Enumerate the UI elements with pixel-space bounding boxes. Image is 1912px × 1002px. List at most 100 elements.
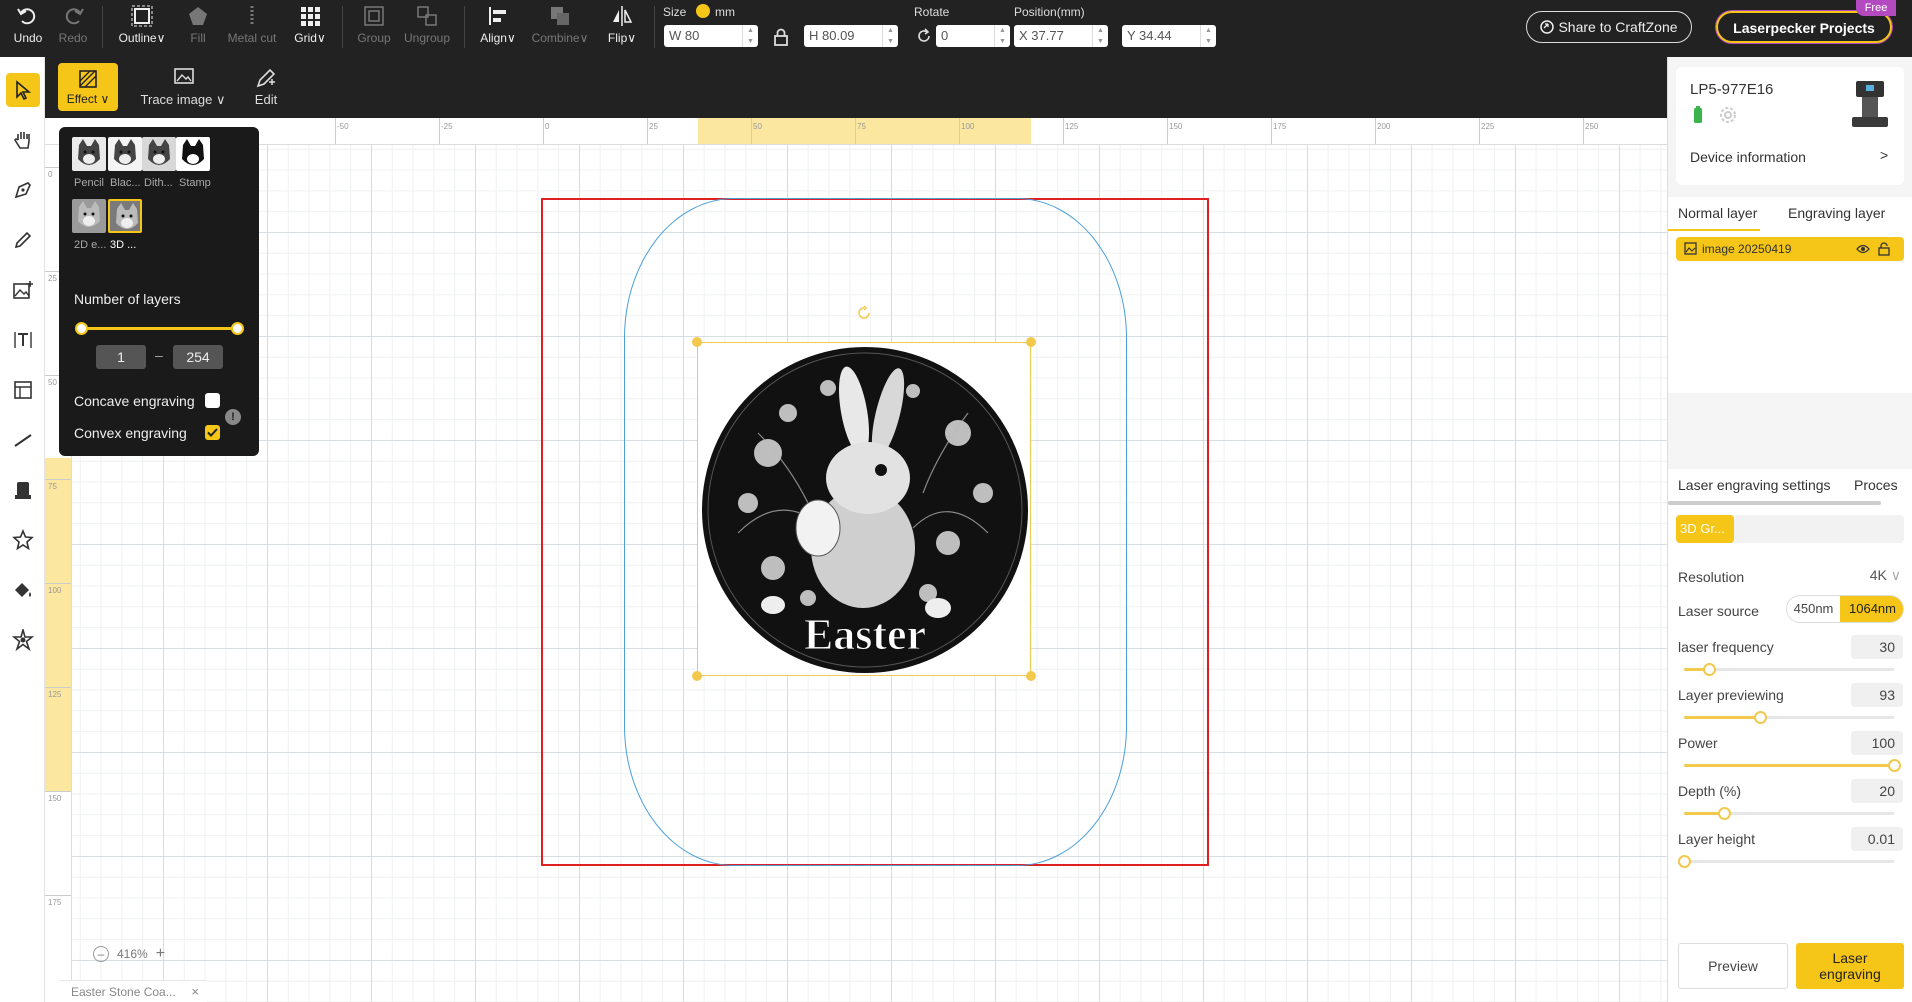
fill-button[interactable]: Fill [178,4,218,45]
flip-button[interactable]: Flip∨ [600,4,644,45]
tab-engraving-layer[interactable]: Engraving layer [1788,205,1885,221]
outline-button[interactable]: Outline∨ [114,4,170,45]
slider-value-input[interactable]: 93 [1851,683,1903,707]
tab-normal-layer[interactable]: Normal layer [1678,205,1757,221]
effect-option-2[interactable] [108,137,142,171]
file-tab[interactable]: Easter Stone Coa... × [59,980,207,1002]
resize-handle-bottom-right[interactable] [1026,671,1036,681]
laser-source-toggle[interactable]: 450nm 1064nm [1786,595,1904,623]
zoom-out-button[interactable]: – [93,946,109,962]
convex-checkbox[interactable] [205,425,220,440]
mode-selector[interactable]: 3D Gr... [1676,515,1904,543]
close-tab-icon[interactable]: × [191,981,199,1002]
preview-button[interactable]: Preview [1678,943,1788,989]
ruler-tick-label: 200 [1377,122,1391,131]
slider-handle[interactable] [1678,855,1691,868]
redo-button[interactable]: Redo [55,4,91,45]
effect-button[interactable]: Effect ∨ [58,63,118,111]
slider-handle[interactable] [1703,663,1717,676]
align-button[interactable]: Align∨ [476,4,520,45]
template-tool[interactable] [8,375,37,404]
layer-range-min-handle[interactable] [75,322,88,335]
source-1064nm[interactable]: 1064nm [1840,596,1903,622]
position-x-stepper[interactable]: ▲ ▼ [1092,25,1108,47]
line-tool[interactable] [8,425,37,454]
concave-checkbox[interactable] [205,393,220,408]
resize-handle-bottom-left[interactable] [692,671,702,681]
visibility-eye-icon[interactable] [1856,243,1870,255]
width-input[interactable]: W 80 ▲ ▼ [664,25,758,47]
height-input[interactable]: H 80.09 ▲ ▼ [804,25,898,47]
slider-track[interactable] [1684,759,1901,772]
selected-image[interactable]: Easter [697,342,1031,676]
rotate-handle-icon[interactable] [856,305,872,321]
resize-handle-top-left[interactable] [692,337,702,347]
zoom-in-button[interactable]: + [156,945,165,963]
effect-option-1[interactable] [72,137,106,171]
pen-tool[interactable] [8,175,37,204]
slider-value-input[interactable]: 0.01 [1851,827,1903,851]
add-image-tool[interactable] [8,275,37,304]
resolution-select[interactable]: 4K ∨ [1870,567,1901,584]
rotate-stepper[interactable]: ▲ ▼ [994,25,1010,47]
chevron-right-icon[interactable]: > [1880,147,1888,163]
group-button[interactable]: Group [352,4,396,45]
slider-track[interactable] [1684,807,1894,820]
effect-option-6[interactable] [108,199,142,233]
grid-button[interactable]: Grid∨ [290,4,330,45]
slider-handle[interactable] [1717,807,1731,820]
resize-handle-top-right[interactable] [1026,337,1036,347]
edit-button[interactable]: Edit [241,67,291,107]
stars-tool[interactable] [8,625,37,654]
effect-option-3[interactable] [142,137,176,171]
laser-engraving-button[interactable]: Laser engraving [1796,943,1904,989]
material-tool[interactable] [8,475,37,504]
slider-handle[interactable] [1888,759,1901,772]
slider-track[interactable] [1684,663,1894,676]
slider-track[interactable] [1684,711,1894,724]
undo-button[interactable]: Undo [10,4,46,45]
slider-value-input[interactable]: 100 [1851,731,1903,755]
rotate-input[interactable]: 0 ▲ ▼ [936,25,1010,47]
layer-item[interactable]: image 20250419 [1676,237,1904,261]
slider-value-input[interactable]: 30 [1851,635,1903,659]
tab-process[interactable]: Proces [1854,477,1898,493]
position-x-input[interactable]: X 37.77 ▲ ▼ [1014,25,1108,47]
effect-option-5[interactable] [72,199,106,233]
layer-range-max-handle[interactable] [231,322,244,335]
slider-track[interactable] [1678,855,1894,868]
share-craftzone-button[interactable]: Share to CraftZone [1526,11,1692,43]
unit-toggle-icon[interactable] [696,4,710,18]
fill-tool[interactable] [8,575,37,604]
height-stepper[interactable]: ▲ ▼ [882,25,898,47]
metal-cut-button[interactable]: Metal cut [224,4,280,45]
device-info-link[interactable]: Device information [1690,149,1806,165]
tab-scrollbar[interactable] [1668,501,1881,505]
trace-image-button[interactable]: Trace image ∨ [138,67,228,108]
ungroup-button[interactable]: Ungroup [402,4,452,45]
layer-range-track[interactable] [75,322,244,335]
slider-value-input[interactable]: 20 [1851,779,1903,803]
tab-laser-settings[interactable]: Laser engraving settings [1678,477,1831,493]
effect-option-4[interactable] [176,137,210,171]
pencil-tool[interactable] [8,225,37,254]
unit-label[interactable]: mm [715,5,735,19]
pan-tool[interactable] [8,125,37,154]
text-tool[interactable] [8,325,37,354]
layers-max-input[interactable]: 254 [173,345,223,369]
width-stepper[interactable]: ▲ ▼ [742,25,758,47]
position-y-stepper[interactable]: ▲ ▼ [1200,25,1216,47]
slider-handle[interactable] [1753,711,1767,724]
select-tool[interactable] [6,73,40,107]
device-settings-icon[interactable] [1718,105,1738,125]
info-icon[interactable]: ! [225,409,241,425]
unlock-icon[interactable] [1878,242,1890,256]
source-450nm[interactable]: 450nm [1787,596,1840,622]
mode-3d-grayscale[interactable]: 3D Gr... [1676,515,1734,543]
shape-tool[interactable] [8,525,37,554]
lock-ratio-icon[interactable] [773,28,789,46]
layers-min-input[interactable]: 1 [96,345,146,369]
position-y-input[interactable]: Y 34.44 ▲ ▼ [1122,25,1216,47]
design-canvas[interactable]: -50 -25 0 25 50 75 100 125 150 175 200 225 250 0 25 50… [45,118,1667,1002]
combine-button[interactable]: Combine∨ [528,4,592,45]
